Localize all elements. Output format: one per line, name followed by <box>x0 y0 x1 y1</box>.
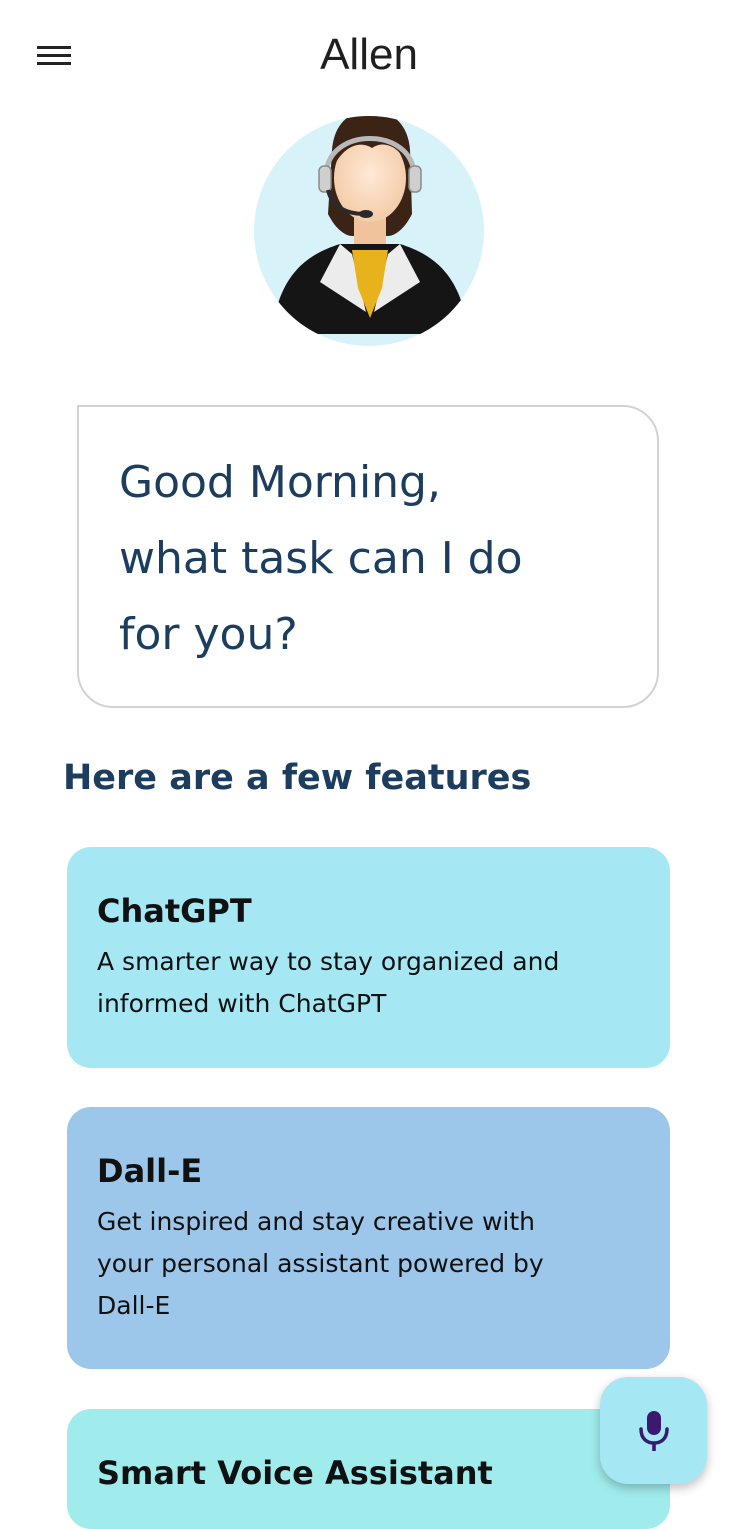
feature-card-dalle[interactable]: Dall-E Get inspired and stay creative wi… <box>67 1107 670 1369</box>
greeting-line-2: what task can I do <box>119 533 523 584</box>
assistant-avatar <box>248 104 492 354</box>
app-title: Allen <box>320 30 418 79</box>
greeting-bubble: Good Morning, what task can I do for you… <box>77 405 659 708</box>
feature-card-title: ChatGPT <box>97 892 252 930</box>
feature-card-description-line: Get inspired and stay creative with <box>97 1207 536 1236</box>
greeting-line-3: for you? <box>119 609 298 660</box>
feature-card-description-line: Dall-E <box>97 1291 171 1320</box>
feature-card-description-line: informed with ChatGPT <box>97 989 387 1018</box>
feature-card-smart-voice-assistant[interactable]: Smart Voice Assistant <box>67 1409 670 1529</box>
feature-card-description-line: your personal assistant powered by <box>97 1249 544 1278</box>
feature-card-title: Smart Voice Assistant <box>97 1454 493 1492</box>
feature-card-description-line: A smarter way to stay organized and <box>97 947 560 976</box>
microphone-icon <box>638 1410 669 1451</box>
features-heading: Here are a few features <box>63 758 532 798</box>
feature-card-chatgpt[interactable]: ChatGPT A smarter way to stay organized … <box>67 847 670 1068</box>
greeting-line-1: Good Morning, <box>119 457 441 508</box>
microphone-button[interactable] <box>600 1377 707 1484</box>
feature-card-title: Dall-E <box>97 1152 203 1190</box>
